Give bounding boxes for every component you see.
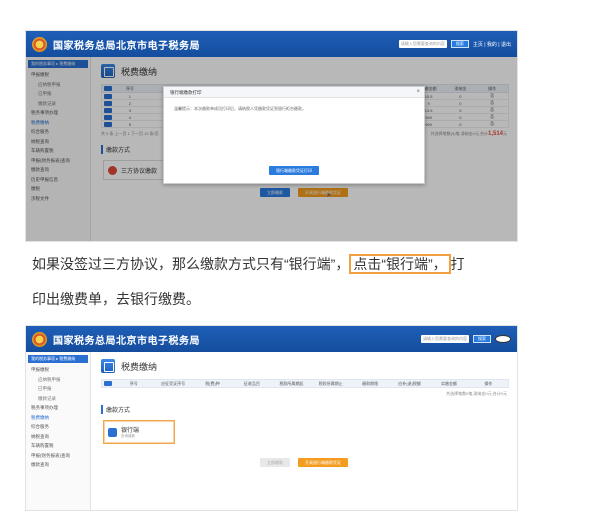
bank-icon — [108, 427, 117, 437]
caption-text: 打 — [450, 256, 465, 272]
site-title: 国家税务总局北京市电子税务局 — [53, 40, 200, 52]
sidebar: 我的税务事项 ▸ 税费缴纳 申报缴税 应纳税申报 已申报 缴款记录 税务事项办理… — [26, 352, 91, 510]
search-input[interactable]: 请输入您需要查询的内容 — [421, 335, 469, 343]
payment-methods: 银行端 查询缴款 — [103, 420, 517, 444]
modal-title: 银行端缴款打印 — [170, 90, 202, 95]
sidebar-item[interactable]: 缴款记录 — [26, 394, 90, 404]
search-button[interactable]: 搜索 — [450, 40, 469, 48]
col-header: 实缴金额 — [440, 380, 457, 386]
screenshot-with-modal: 国家税务总局北京市电子税务局 请输入您需要查询的内容 搜索 主页 | 我的 | … — [25, 30, 518, 242]
print-bank-voucher-button[interactable]: 银行端缴款凭证打印 — [269, 166, 319, 175]
sidebar-header: 我的税务事项 ▸ 税费缴纳 — [28, 355, 88, 363]
top-right-tools: 请输入您需要查询的内容 搜索 — [421, 335, 511, 343]
user-links[interactable]: 主页 | 我的 | 退出 — [473, 41, 511, 48]
table-header: 序号 应征凭证序号 税(费)种 征收品目 税款所属期起 税款所属期止 缴款期限 … — [101, 379, 509, 388]
sidebar-item[interactable]: 综合服务 — [26, 422, 90, 432]
modal-body: 温馨提示：本次缴款单成功打印后，请纳税人凭缴款凭证到银行柜台缴款。 — [174, 106, 306, 111]
close-icon[interactable]: × — [416, 87, 420, 98]
top-bar: 国家税务总局北京市电子税务局 请输入您需要查询的内容 搜索 主页 | 我的 | … — [26, 31, 517, 57]
tax-emblem-icon — [32, 331, 47, 347]
main-content: 税费缴纳 序号 应征凭证序号 税(费)种 征收品目 税款所属期起 税款所属期止 … — [91, 352, 517, 510]
sidebar-item[interactable]: 车辆购置税 — [26, 441, 90, 451]
print-voucher-button[interactable]: 开具银行端缴款凭证 — [298, 458, 348, 467]
select-all-checkbox[interactable] — [104, 381, 112, 386]
sidebar-item[interactable]: 已申报 — [26, 384, 90, 394]
col-header: 税款所属期止 — [318, 380, 343, 386]
payment-section-title: 缴款方式 — [101, 405, 517, 414]
sidebar-item[interactable]: 申报缴税 — [26, 365, 90, 375]
col-header: 征收品目 — [243, 380, 260, 386]
sidebar-item[interactable]: 纳税查询 — [26, 432, 90, 442]
caption-text: 如果没签过三方协议，那么缴款方式只有“银行端”， — [32, 256, 350, 272]
user-avatar-icon[interactable] — [495, 335, 511, 343]
col-header: 序号 — [129, 380, 138, 386]
sidebar-item-active[interactable]: 税费缴纳 — [26, 413, 90, 423]
tax-payment-icon — [101, 359, 115, 373]
print-modal: 银行端缴款打印 × 温馨提示：本次缴款单成功打印后，请纳税人凭缴款凭证到银行柜台缴… — [163, 86, 425, 184]
sidebar-item[interactable]: 应纳税申报 — [26, 375, 90, 385]
screenshot-bank-selected: 国家税务总局北京市电子税务局 请输入您需要查询的内容 搜索 我的税务事项 ▸ 税… — [25, 325, 518, 511]
search-input[interactable]: 请输入您需要查询的内容 — [398, 40, 447, 48]
pay-now-button-disabled[interactable]: 立即缴款 — [260, 458, 290, 467]
sidebar-item[interactable]: 税务事项办理 — [26, 403, 90, 413]
sidebar-item[interactable]: 缴款查询 — [26, 460, 90, 470]
method-sub-label: 查询缴款 — [121, 434, 135, 438]
tax-table: 序号 应征凭证序号 税(费)种 征收品目 税款所属期起 税款所属期止 缴款期限 … — [101, 379, 509, 388]
tutorial-caption: 如果没签过三方协议，那么缴款方式只有“银行端”， 点击“银行端”，打 印出缴费单，… — [32, 247, 532, 317]
col-header: 应补(退)税额 — [398, 380, 421, 386]
bank-payment-option[interactable]: 银行端查询缴款 — [103, 420, 175, 444]
pager: 共选择笔数0笔,滞纳金0元,合计0元 — [101, 391, 507, 397]
search-button[interactable]: 搜索 — [473, 335, 491, 343]
col-header: 应征凭证序号 — [161, 380, 186, 386]
page-title: 税费缴纳 — [121, 361, 158, 372]
modal-header: 银行端缴款打印 × — [164, 87, 424, 98]
top-right-tools: 请输入您需要查询的内容 搜索 主页 | 我的 | 退出 — [398, 40, 511, 48]
col-header: 缴款期限 — [362, 380, 379, 386]
col-header: 税款所属期起 — [279, 380, 304, 386]
col-header: 操作 — [484, 380, 493, 386]
caption-highlight: 点击“银行端”， — [349, 254, 451, 274]
col-header: 税(费)种 — [205, 380, 220, 386]
site-title: 国家税务总局北京市电子税务局 — [53, 335, 200, 347]
sidebar-item[interactable]: 申报(财务报表)查询 — [26, 451, 90, 461]
tax-emblem-icon — [32, 36, 47, 52]
payment-summary: 共选择笔数0笔,滞纳金0元,合计0元 — [446, 391, 507, 396]
caption-text: 印出缴费单，去银行缴费。 — [32, 291, 200, 307]
mouse-cursor-icon: ➤ — [326, 192, 332, 199]
top-bar: 国家税务总局北京市电子税务局 请输入您需要查询的内容 搜索 — [26, 326, 517, 352]
action-buttons: 立即缴款 开具银行端缴款凭证 — [91, 458, 517, 467]
